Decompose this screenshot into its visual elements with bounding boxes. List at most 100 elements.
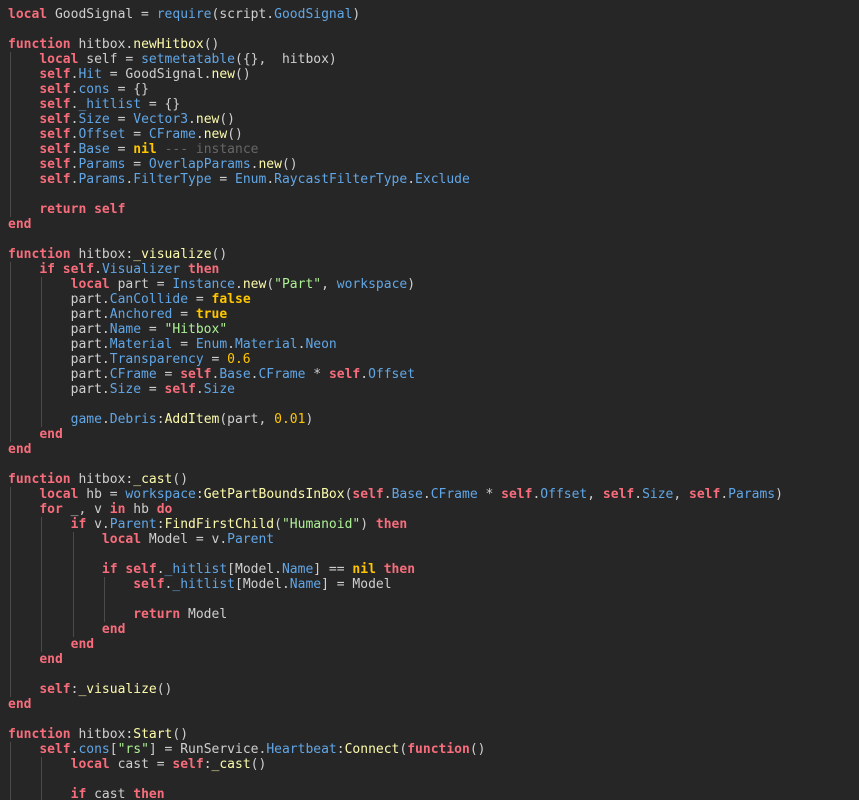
code-line[interactable]: for _, v in hb do: [8, 502, 783, 517]
code-line[interactable]: local self = setmetatable({}, hitbox): [8, 52, 783, 67]
code-token-property: CFrame: [258, 367, 306, 382]
code-line[interactable]: if self.Visualizer then: [8, 262, 783, 277]
code-line[interactable]: [8, 592, 783, 607]
code-token-literal: nil: [352, 562, 376, 577]
code-token-keyword: local: [70, 757, 110, 772]
code-line[interactable]: [8, 547, 783, 562]
code-line[interactable]: [8, 772, 783, 787]
code-line[interactable]: local Model = v.Parent: [8, 532, 783, 547]
indent-guide: [10, 682, 11, 697]
code-token-keyword: function: [8, 37, 71, 52]
code-line[interactable]: game.Debris:AddItem(part, 0.01): [8, 412, 783, 427]
code-line[interactable]: [8, 232, 783, 247]
code-line[interactable]: part.Name = "Hitbox": [8, 322, 783, 337]
code-line[interactable]: end: [8, 442, 783, 457]
code-token-plain: :: [336, 742, 345, 757]
code-token-builtin: Enum: [235, 172, 267, 187]
code-line[interactable]: self.Base = nil --- instance: [8, 142, 783, 157]
code-token-keyword: end: [39, 427, 63, 442]
code-line[interactable]: part.Anchored = true: [8, 307, 783, 322]
code-token-keyword: in: [109, 502, 126, 517]
code-line[interactable]: end: [8, 427, 783, 442]
code-line[interactable]: self.cons["rs"] = RunService.Heartbeat:C…: [8, 742, 783, 757]
code-token-plain: (part,: [219, 412, 275, 427]
code-line[interactable]: if v.Parent:FindFirstChild("Humanoid") t…: [8, 517, 783, 532]
code-line[interactable]: self.Params = OverlapParams.new(): [8, 157, 783, 172]
code-line[interactable]: [8, 187, 783, 202]
code-line[interactable]: self:_visualize(): [8, 682, 783, 697]
code-line[interactable]: end: [8, 652, 783, 667]
code-token-keyword: self: [328, 367, 361, 382]
code-line[interactable]: if self._hitlist[Model.Name] == nil then: [8, 562, 783, 577]
indent-guide: [41, 787, 43, 800]
code-line[interactable]: function hitbox:_visualize(): [8, 247, 783, 262]
code-token-plain: =: [203, 352, 228, 367]
code-token-property: Name: [109, 322, 142, 337]
code-line[interactable]: local part = Instance.new("Part", worksp…: [8, 277, 783, 292]
code-line[interactable]: if cast then: [8, 787, 783, 800]
code-line[interactable]: part.Transparency = 0.6: [8, 352, 783, 367]
code-area[interactable]: local GoodSignal = require(script.GoodSi…: [8, 7, 783, 800]
code-token-keyword: end: [101, 622, 126, 637]
code-line[interactable]: [8, 712, 783, 727]
code-line[interactable]: local GoodSignal = require(script.GoodSi…: [8, 7, 783, 22]
code-token-plain: .: [195, 382, 204, 397]
code-token-builtin: Instance: [172, 277, 236, 292]
code-line[interactable]: end: [8, 217, 783, 232]
code-token-plain: :: [156, 517, 165, 532]
code-line[interactable]: part.CFrame = self.Base.CFrame * self.Of…: [8, 367, 783, 382]
code-line[interactable]: self._hitlist = {}: [8, 97, 783, 112]
code-token-keyword: end: [70, 637, 95, 652]
code-token-property: Hit: [78, 67, 102, 82]
code-line[interactable]: end: [8, 697, 783, 712]
code-line[interactable]: [8, 667, 783, 682]
code-line[interactable]: function hitbox.newHitbox(): [8, 37, 783, 52]
code-token-func: _cast: [133, 472, 173, 487]
indent-guide: [72, 577, 74, 592]
code-token-plain: .: [266, 172, 275, 187]
code-line[interactable]: part.Size = self.Size: [8, 382, 783, 397]
code-token-plain: hb =: [78, 487, 126, 502]
code-line[interactable]: function hitbox:_cast(): [8, 472, 783, 487]
code-line[interactable]: local hb = workspace:GetPartBoundsInBox(…: [8, 487, 783, 502]
code-token-plain: part.: [8, 382, 110, 397]
code-token-plain: part.: [8, 367, 110, 382]
code-line[interactable]: [8, 22, 783, 37]
code-token-literal: false: [211, 292, 251, 307]
code-line[interactable]: part.CanCollide = false: [8, 292, 783, 307]
code-token-func: new: [211, 67, 235, 82]
indent-guide: [10, 772, 11, 787]
code-line[interactable]: self.Params.FilterType = Enum.RaycastFil…: [8, 172, 783, 187]
code-line[interactable]: return Model: [8, 607, 783, 622]
code-token-func: Connect: [344, 742, 400, 757]
code-token-plain: .: [156, 562, 165, 577]
code-line[interactable]: part.Material = Enum.Material.Neon: [8, 337, 783, 352]
code-line[interactable]: self.Size = Vector3.new(): [8, 112, 783, 127]
code-line[interactable]: self.cons = {}: [8, 82, 783, 97]
code-line[interactable]: end: [8, 622, 783, 637]
code-token-keyword: self: [39, 97, 71, 112]
code-line[interactable]: function hitbox:Start(): [8, 727, 783, 742]
code-line[interactable]: end: [8, 637, 783, 652]
code-token-plain: = {}: [141, 97, 181, 112]
code-line[interactable]: local cast = self:_cast(): [8, 757, 783, 772]
code-editor[interactable]: local GoodSignal = require(script.GoodSi…: [0, 0, 859, 800]
code-token-keyword: self: [172, 757, 204, 772]
code-line[interactable]: return self: [8, 202, 783, 217]
indent-guide: [10, 397, 11, 412]
code-line[interactable]: self.Hit = GoodSignal.new(): [8, 67, 783, 82]
indent-guide: [10, 172, 11, 187]
code-token-keyword: self: [39, 112, 71, 127]
code-line[interactable]: self._hitlist[Model.Name] = Model: [8, 577, 783, 592]
code-line[interactable]: [8, 457, 783, 472]
code-line[interactable]: [8, 397, 783, 412]
code-line[interactable]: self.Offset = CFrame.new(): [8, 127, 783, 142]
indent-guide: [41, 397, 43, 412]
code-token-plain: = GoodSignal.: [101, 67, 212, 82]
code-token-plain: hitbox.: [70, 37, 134, 52]
